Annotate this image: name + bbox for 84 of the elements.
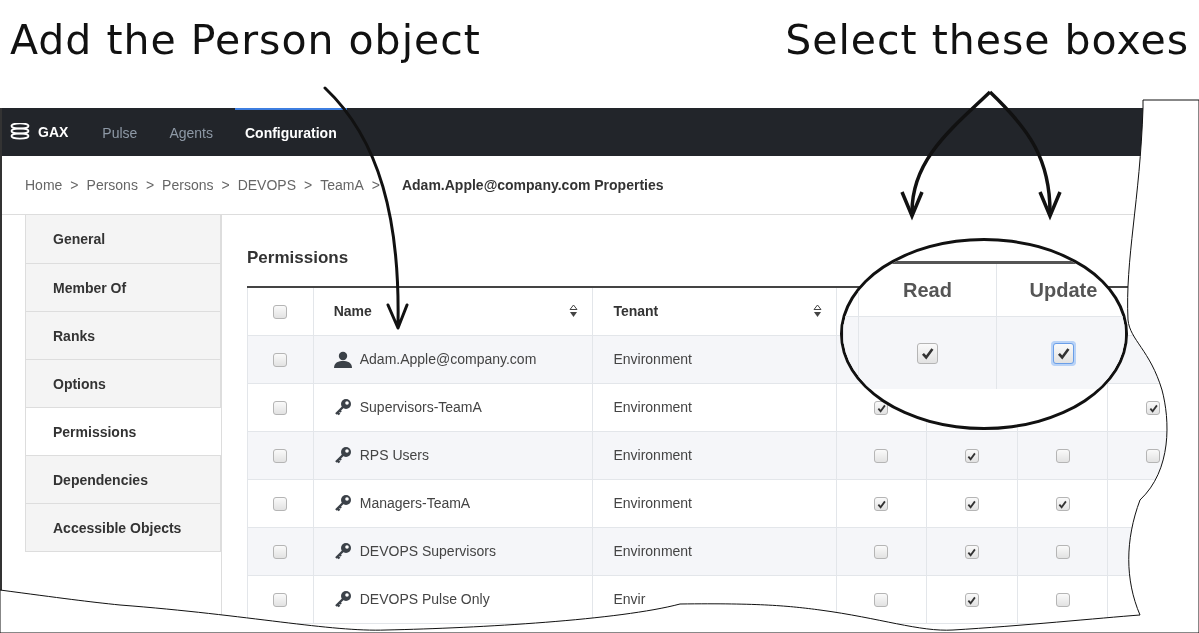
sidebar-tab[interactable]: Dependencies <box>25 456 221 504</box>
breadcrumb-separator: > <box>371 177 380 193</box>
check-icon <box>1148 403 1158 413</box>
table-cell-text: Environment <box>612 447 692 463</box>
sidebar-tab[interactable]: Permissions <box>25 408 221 456</box>
breadcrumb-link[interactable]: Persons <box>86 177 138 193</box>
annotation-text: Add the Person object <box>10 18 481 64</box>
sort-icon[interactable] <box>569 304 579 319</box>
check-icon <box>1058 499 1068 509</box>
nav-tab[interactable]: Configuration <box>234 108 347 156</box>
check-icon <box>921 346 934 360</box>
table-cell: DEVOPS Pulse Only <box>359 591 490 607</box>
nav-tab[interactable]: Agents <box>159 108 223 156</box>
table-cell-text: Environment <box>612 543 692 559</box>
table-cell: Supervisors-TeamA <box>359 399 482 415</box>
permission-checkbox[interactable] <box>917 342 938 364</box>
table-cell: Adam.Apple@company.com <box>359 351 537 367</box>
permission-checkbox[interactable] <box>1053 342 1074 364</box>
check-icon <box>967 451 977 461</box>
column-header: Name <box>333 303 372 320</box>
key-icon <box>333 494 352 512</box>
breadcrumb-separator: > <box>221 177 230 193</box>
permission-checkbox[interactable] <box>1146 401 1161 416</box>
sidebar-tab[interactable]: Options <box>25 360 221 408</box>
annotation-text: Select these boxes <box>785 18 1189 64</box>
sidebar-tab[interactable]: Ranks <box>25 312 221 360</box>
permission-checkbox[interactable] <box>1055 497 1070 512</box>
key-icon <box>333 590 352 608</box>
table-cell-text: Environment <box>612 351 692 367</box>
permission-checkbox[interactable] <box>874 497 889 512</box>
check-icon <box>967 595 977 605</box>
permission-checkbox[interactable] <box>874 401 889 416</box>
key-icon <box>333 446 352 464</box>
permission-checkbox[interactable] <box>874 449 889 464</box>
person-icon <box>333 350 352 368</box>
check-icon <box>1057 346 1070 360</box>
column-header: Tenant <box>613 303 659 320</box>
permission-checkbox[interactable] <box>965 545 979 560</box>
permission-checkbox[interactable] <box>1055 593 1070 608</box>
row-checkbox[interactable] <box>273 593 288 608</box>
check-icon <box>876 499 886 509</box>
permission-checkbox[interactable] <box>965 497 979 512</box>
breadcrumb-link[interactable]: Persons <box>162 177 214 193</box>
breadcrumb-link[interactable]: TeamA <box>320 177 364 193</box>
table-cell-text: Envir <box>612 591 646 607</box>
sidebar-tab[interactable]: Accessible Objects <box>25 504 221 552</box>
table-cell-text: Environment <box>612 495 692 511</box>
column-header: Update <box>1029 278 1098 302</box>
breadcrumb-link[interactable]: Home <box>25 177 63 193</box>
table-cell: DEVOPS Supervisors <box>359 543 496 559</box>
table-cell-text: Environment <box>612 399 692 415</box>
brand-name: GAX <box>38 124 69 140</box>
permission-checkbox[interactable] <box>965 449 979 464</box>
nav-tab[interactable]: Pulse <box>92 108 148 156</box>
permission-checkbox[interactable] <box>965 593 979 608</box>
key-icon <box>333 398 352 416</box>
row-checkbox[interactable] <box>273 353 288 368</box>
permission-checkbox[interactable] <box>1055 449 1070 464</box>
column-header: Read <box>903 278 952 302</box>
permission-checkbox[interactable] <box>1055 545 1070 560</box>
table-cell: RPS Users <box>359 447 429 463</box>
permission-checkbox[interactable] <box>874 545 889 560</box>
row-checkbox[interactable] <box>273 449 288 464</box>
permission-checkbox[interactable] <box>1146 449 1161 464</box>
panel-title: Permissions <box>247 248 350 268</box>
row-checkbox[interactable] <box>273 545 288 560</box>
check-icon <box>876 403 886 413</box>
table-cell: Managers-TeamA <box>359 495 471 511</box>
logo-icon <box>10 123 30 141</box>
breadcrumb-link[interactable]: DEVOPS <box>237 177 296 193</box>
permission-checkbox[interactable] <box>874 593 889 608</box>
row-checkbox[interactable] <box>273 401 288 416</box>
sidebar-tab[interactable]: Member Of <box>25 264 221 312</box>
row-checkbox[interactable] <box>273 497 288 512</box>
page-title: Adam.Apple@company.com Properties <box>401 177 664 193</box>
select-all-checkbox[interactable] <box>273 305 288 320</box>
breadcrumb-separator: > <box>70 177 79 193</box>
sort-icon[interactable] <box>812 304 822 319</box>
breadcrumb-separator: > <box>145 177 155 193</box>
sidebar-tab[interactable]: General <box>25 215 221 264</box>
check-icon <box>967 547 977 557</box>
key-icon <box>333 542 352 560</box>
check-icon <box>967 499 977 509</box>
breadcrumb-separator: > <box>304 177 313 193</box>
